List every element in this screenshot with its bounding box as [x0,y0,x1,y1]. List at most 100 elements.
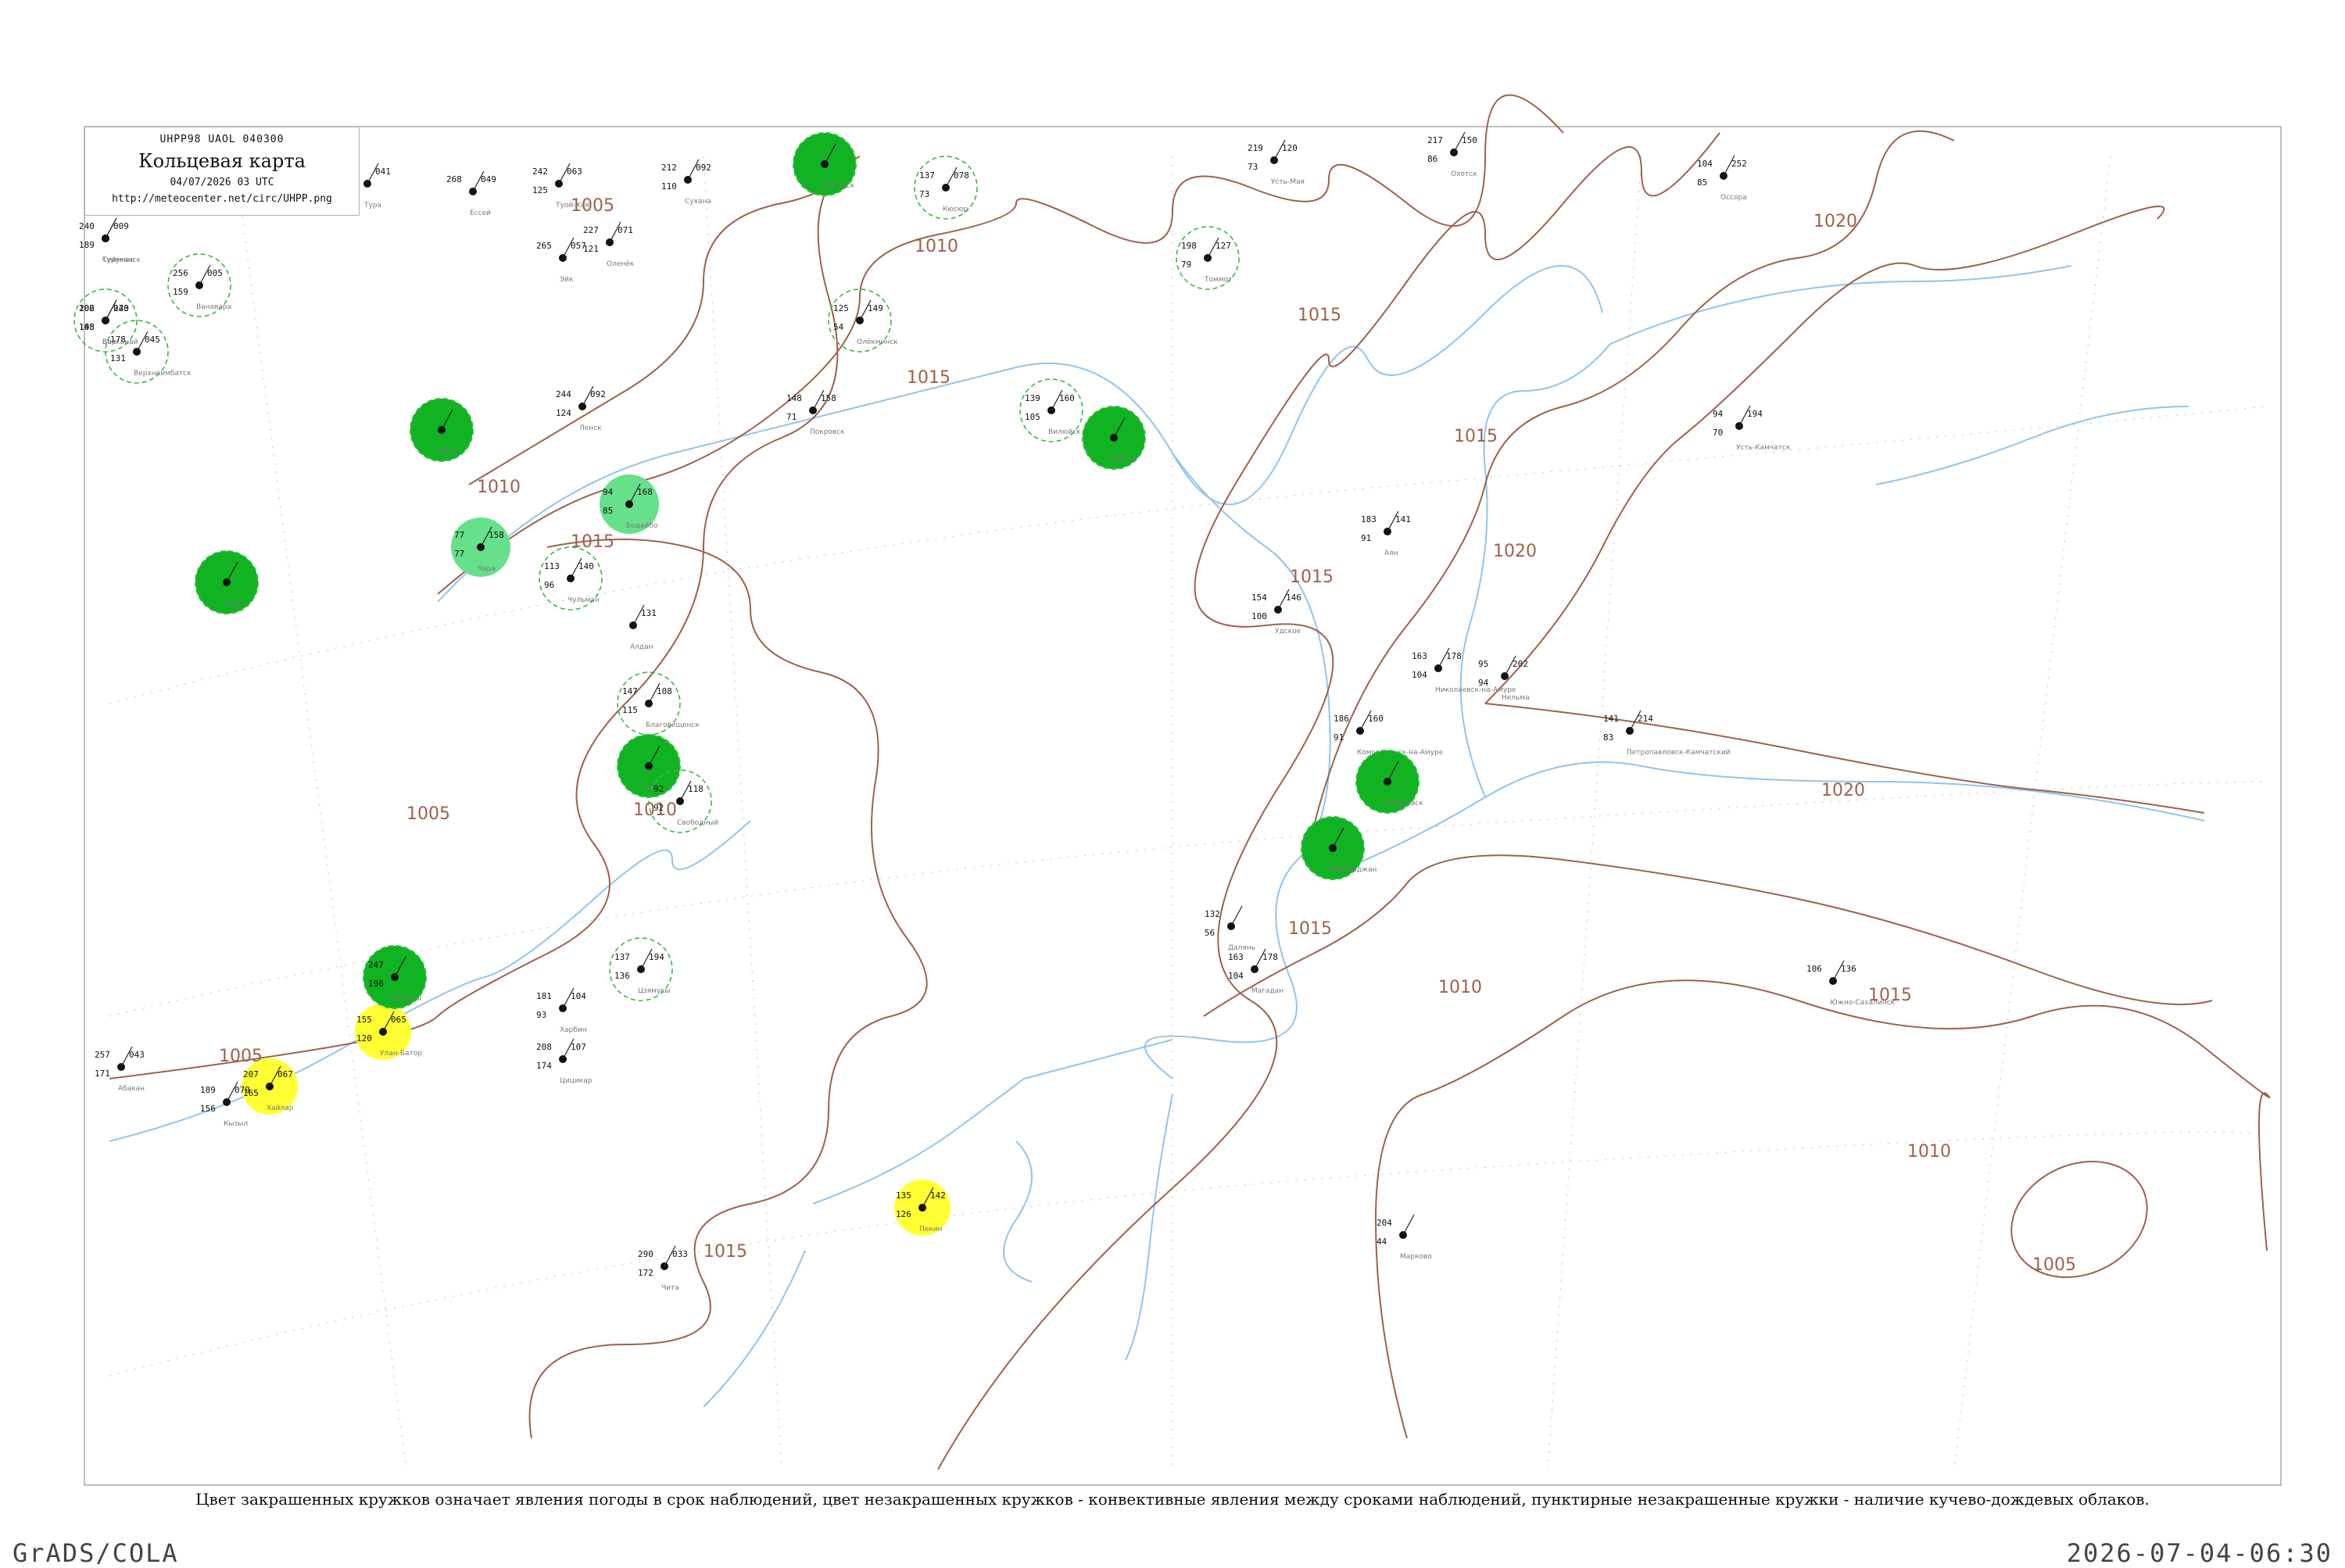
dewpoint-value: 83 [1603,732,1613,743]
temperature-value: 148 [786,393,802,403]
temperature-value: 247 [368,960,384,970]
isobar-label: 1015 [1298,306,1341,325]
temperature-value: 135 [896,1190,911,1201]
temperature-value: 163 [1412,651,1427,661]
temperature-value: 217 [1427,135,1443,145]
isobar-label: 1015 [704,1242,747,1262]
temperature-value: 92 [653,784,664,794]
dewpoint-value: 77 [454,549,464,559]
isobar-label: 1015 [1288,919,1332,939]
legend-code: UHPP98 UAOL 040300 [159,134,285,145]
station-name: Бодайбо [626,522,658,530]
dewpoint-value: 92 [653,803,664,813]
dewpoint-value: 85 [603,506,613,516]
station-name: Хайлар [267,1104,294,1112]
temperature-value: 204 [1377,1218,1392,1228]
temperature-value: 257 [95,1050,110,1060]
station-name: Далянь [1228,944,1255,952]
dewpoint-value: 86 [1427,154,1437,164]
station-name: Цзямусы [638,987,670,995]
pressure-value: 067 [277,1069,293,1079]
dewpoint-value: 71 [786,412,797,422]
station-name: Мохэ [439,448,457,456]
pressure-value: 202 [1513,659,1528,669]
station-name: Благовещенск [646,721,700,729]
station-name: Николаевск-на-Амуре [1435,686,1516,694]
station-plot: Хэйхэ [195,550,259,614]
pressure-value: 194 [1747,409,1763,419]
dewpoint-value: 196 [368,979,384,989]
isobar-label: 1020 [1821,781,1865,800]
isobar-label: 1015 [907,368,951,388]
temperature-value: 256 [173,268,188,278]
dewpoint-value: 85 [1697,177,1707,188]
pressure-value: 158 [489,530,504,540]
pressure-value: 141 [1395,514,1411,524]
station-name: Чита [661,1284,679,1292]
station-name: Усть-Мая [1271,178,1305,186]
station-name: Покровск [810,428,845,436]
dewpoint-value: 110 [661,181,677,192]
temperature-value: 208 [536,1042,552,1052]
temperature-value: 113 [544,561,560,571]
dewpoint-value: 131 [110,353,126,363]
map-legend: UHPP98 UAOL 040300 Кольцевая карта 04/07… [84,127,360,216]
pressure-value: 150 [1462,135,1477,145]
pressure-value: 033 [672,1249,688,1259]
dewpoint-value: 56 [1205,928,1215,938]
pressure-value: 045 [145,335,160,345]
dewpoint-value: 104 [1228,971,1244,981]
temperature-value: 132 [1205,909,1220,919]
pressure-value: 160 [1368,714,1384,724]
weather-map: 1005 1010 1015 1010 1015 1015 1015 1020 … [73,94,2282,1486]
station-name: Нельма [1502,694,1530,702]
station-name: Вилюйск [1048,428,1081,436]
temperature-value: 181 [536,991,552,1001]
temperature-value: 139 [1025,393,1040,403]
station-name: Петропавловск-Камчатский [1627,749,1731,757]
isobar-label: 1015 [1454,427,1498,446]
dewpoint-value: 115 [622,705,638,715]
temperature-value: 77 [454,530,464,540]
pressure-value: 107 [571,1042,586,1052]
dewpoint-value: 189 [79,240,95,250]
temperature-value: 240 [79,221,95,231]
temperature-value: 265 [536,241,552,251]
station-plot: Жиганск [793,132,857,196]
station-name: Кюсюр [943,206,968,213]
dewpoint-value: 73 [1248,162,1258,172]
temperature-value: 94 [1713,409,1724,419]
pressure-value: 071 [618,225,633,235]
temperature-value: 198 [1181,241,1197,251]
station-name: Кызыл [224,1120,248,1128]
temperature-value: 212 [661,163,677,173]
dewpoint-value: 79 [1181,260,1191,270]
pressure-value: 252 [1731,159,1747,169]
dewpoint-value: 104 [1412,670,1427,680]
pressure-value: 160 [1059,393,1075,403]
temperature-value: 227 [583,225,599,235]
temperature-value: 104 [1697,159,1713,169]
pressure-value: 079 [234,1085,250,1095]
station-name: Эйк [560,276,574,284]
temperature-value: 290 [638,1249,653,1259]
pressure-value: 108 [657,686,672,696]
station-plot: 77 158 77 Чара [451,517,510,577]
legend-date: 04/07/2026 03 UTC [170,177,274,188]
isobar-label: 1010 [1907,1142,1951,1162]
station-name: Верхнеимбатск [134,370,192,378]
station-name: Южно-Сахалинск [1830,999,1896,1007]
pressure-value: 104 [571,991,586,1001]
pressure-value: 142 [930,1190,946,1201]
station-name: Туой-Хая [555,202,589,209]
temperature-value: 244 [556,389,571,399]
temperature-value: 125 [833,303,849,313]
isobar-label: 1005 [2032,1255,2076,1275]
station-plot: 247 196 Иркутск [363,945,427,1009]
isobar-label: 1015 [1290,567,1334,587]
station-name: Цицикар [560,1077,593,1085]
station-name: Охотск [1451,170,1477,178]
pressure-value: 092 [590,389,606,399]
dewpoint-value: 91 [1361,533,1371,543]
temperature-value: 268 [446,174,462,184]
